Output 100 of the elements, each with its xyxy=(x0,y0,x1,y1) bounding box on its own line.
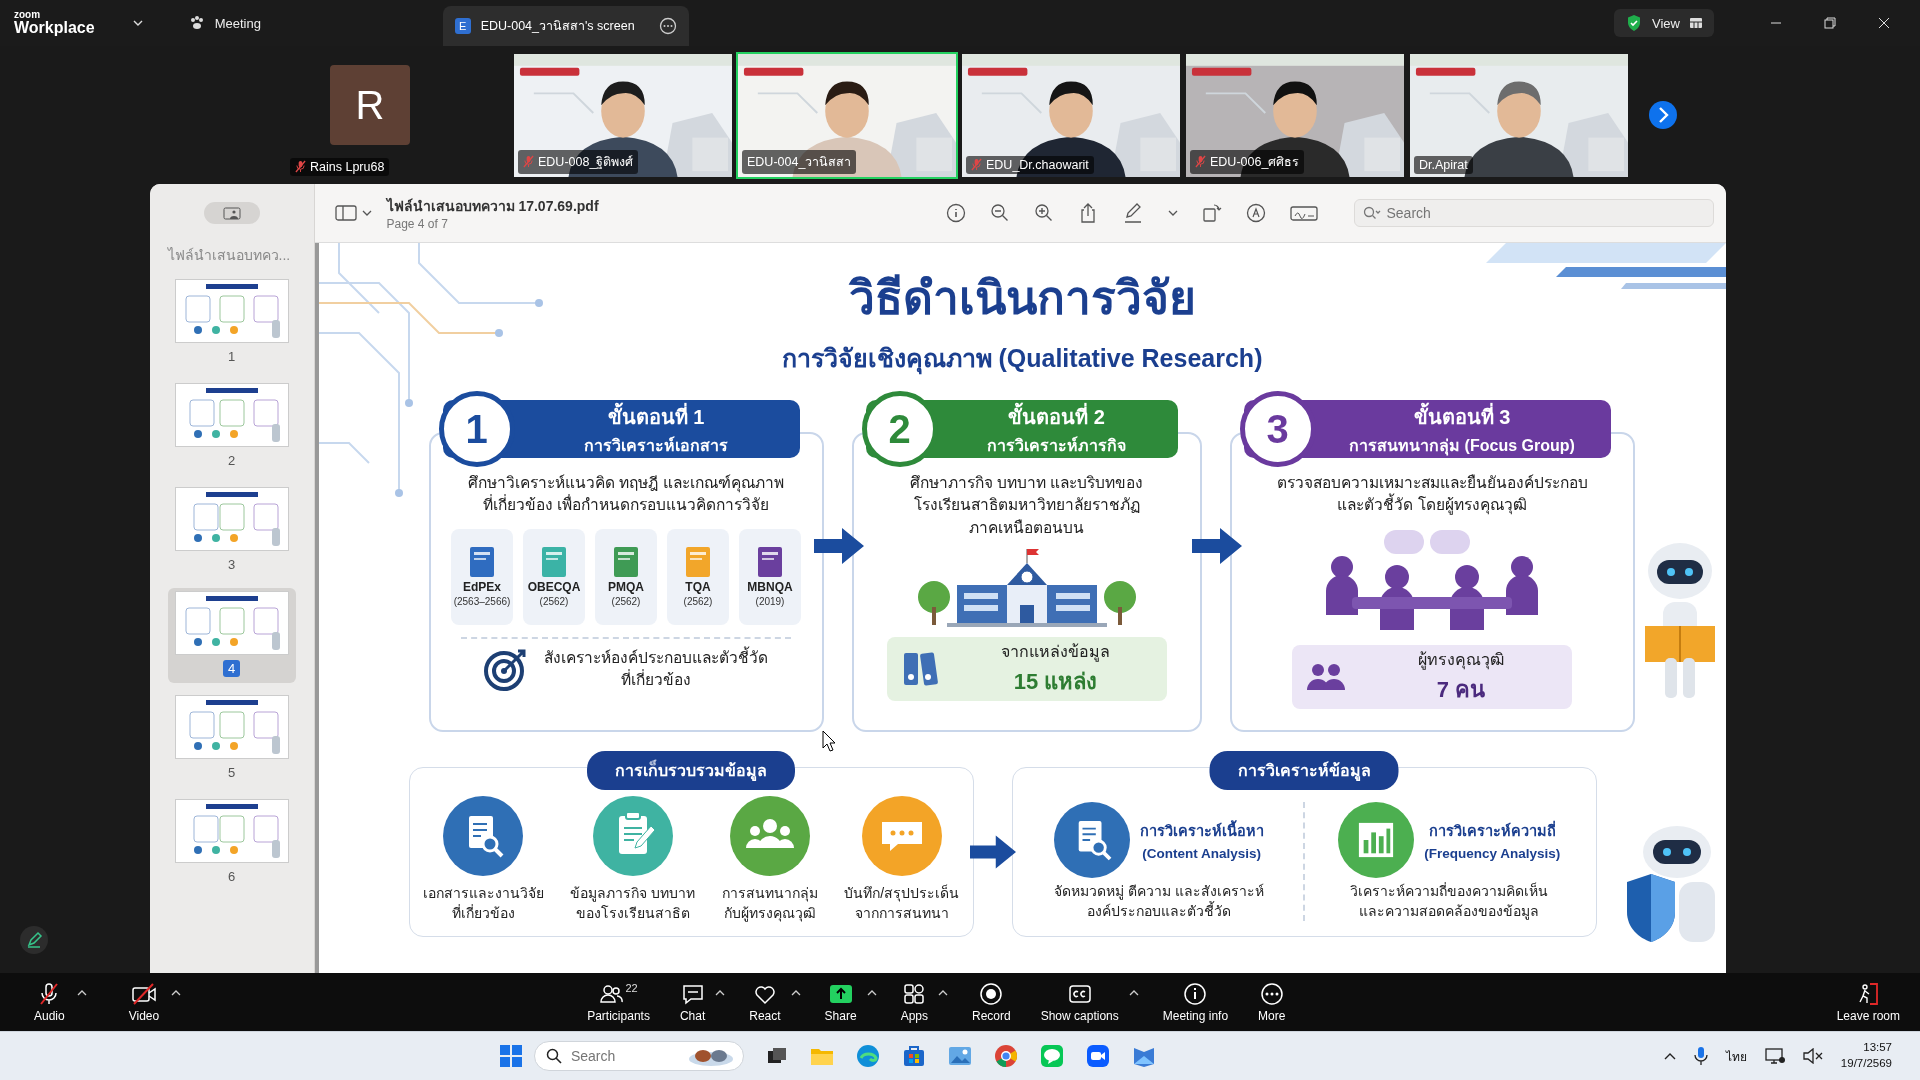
participant-count: 22 xyxy=(625,981,638,994)
clock-time[interactable]: 13:57 xyxy=(1863,1040,1892,1056)
paw-icon xyxy=(188,15,205,31)
share-button[interactable]: Share xyxy=(818,977,863,1027)
section-title: การวิเคราะห์ข้อมูล xyxy=(1209,751,1399,790)
caret-icon[interactable] xyxy=(866,990,877,996)
markup-icon[interactable] xyxy=(1245,203,1266,223)
rotate-icon[interactable] xyxy=(1201,203,1222,223)
participants-button[interactable]: 22 Participants xyxy=(581,977,656,1027)
collection-item-label: เอกสารและงานวิจัย ที่เกี่ยวข้อง xyxy=(422,884,544,923)
page-thumbnail[interactable]: 6 xyxy=(167,796,296,891)
more-icon[interactable] xyxy=(658,17,677,35)
box-label: ผู้ทรงคุณวุฒิ xyxy=(1418,649,1504,672)
video-tile[interactable]: EDU-006_ศศิธร xyxy=(1184,51,1406,179)
caret-icon[interactable] xyxy=(171,990,182,996)
participant-name-label: EDU_Dr.chaowarit xyxy=(966,155,1094,174)
info-icon xyxy=(1183,981,1208,1006)
next-page-icon[interactable] xyxy=(1648,100,1678,130)
record-button[interactable]: Record xyxy=(966,977,1017,1027)
sidebar-view-icon[interactable] xyxy=(334,205,373,221)
grid-icon xyxy=(1690,18,1702,28)
browser-icon[interactable] xyxy=(855,1044,880,1068)
page-thumbnail[interactable]: 4 xyxy=(167,588,296,683)
page-thumbnail[interactable]: 3 xyxy=(167,484,296,579)
video-button[interactable]: Video xyxy=(122,977,166,1027)
leave-button[interactable]: Leave room xyxy=(1830,977,1906,1027)
apps-button[interactable]: Apps xyxy=(894,977,934,1027)
share-screen-tab[interactable]: E EDU-004_วานิสสา's screen xyxy=(442,6,689,46)
analysis-subtitle: (Content Analysis) xyxy=(1142,846,1262,861)
meeting-tab[interactable]: Meeting xyxy=(182,14,433,32)
zoom-in-icon[interactable] xyxy=(1033,203,1054,223)
close-icon[interactable] xyxy=(1878,17,1890,29)
slide-title: วิธีดำเนินการวิจัย xyxy=(848,271,1196,326)
collection-item-label: บันทึก/สรุปประเด็น จากการสนทนา xyxy=(844,884,960,923)
participant-tile[interactable]: R Rains Lpru68 xyxy=(270,51,470,179)
standard-name: TQA xyxy=(685,580,711,595)
speaker-muted-icon[interactable] xyxy=(1802,1048,1823,1064)
share-badge: E xyxy=(454,18,471,34)
photos-icon[interactable] xyxy=(947,1045,972,1067)
box-value: 7 คน xyxy=(1436,675,1486,704)
arrow-icon xyxy=(969,835,1016,869)
start-icon[interactable] xyxy=(499,1045,522,1067)
page-number: 6 xyxy=(226,868,237,885)
page-thumbnail[interactable]: 1 xyxy=(167,276,296,371)
caret-icon[interactable] xyxy=(938,990,948,996)
analysis-title: การวิเคราะห์ความถี่ xyxy=(1428,819,1556,842)
video-tile[interactable]: Dr.Apirat xyxy=(1408,51,1630,179)
app-brand-small: zoom xyxy=(14,10,42,20)
video-tile[interactable]: EDU_Dr.chaowarit xyxy=(960,51,1182,179)
step-subheading: การวิเคราะห์เอกสาร xyxy=(584,435,728,456)
taskbar-search-field[interactable]: Search xyxy=(533,1041,744,1071)
chevron-up-icon[interactable] xyxy=(1663,1052,1676,1060)
step-heading: ขั้นตอนที่ 1 xyxy=(607,400,705,433)
caret-icon[interactable] xyxy=(76,990,87,996)
store-icon[interactable] xyxy=(901,1044,926,1068)
standard-years: (2563–2566) xyxy=(453,596,511,608)
chat-button[interactable]: Chat xyxy=(673,977,712,1027)
chevron-down-icon[interactable] xyxy=(1167,210,1178,216)
zoom-out-icon[interactable] xyxy=(989,203,1010,223)
clock-date[interactable]: 19/7/2569 xyxy=(1840,1056,1892,1072)
page-number: 2 xyxy=(226,452,237,469)
box-label: จากแหล่งข้อมูล xyxy=(1001,642,1110,664)
more-button[interactable]: More xyxy=(1252,977,1292,1027)
view-button[interactable]: View xyxy=(1614,9,1714,37)
step-subheading: การสนทนากลุ่ม (Focus Group) xyxy=(1349,435,1575,458)
pen-icon[interactable] xyxy=(19,925,49,955)
captions-button[interactable]: Show captions xyxy=(1034,977,1125,1027)
caret-icon[interactable] xyxy=(715,990,726,996)
apps-icon xyxy=(902,981,927,1006)
sidebar-toggle-icon[interactable] xyxy=(203,202,260,224)
people-icon xyxy=(1306,661,1346,692)
video-tile[interactable]: EDU-004_วานิสสา xyxy=(736,51,958,179)
signature-icon[interactable] xyxy=(1289,204,1318,222)
search-field[interactable]: Search xyxy=(1353,199,1714,227)
page-thumbnail[interactable]: 5 xyxy=(167,692,296,787)
chrome-icon[interactable] xyxy=(993,1044,1018,1068)
react-button[interactable]: React xyxy=(743,977,787,1027)
page-thumbnail[interactable]: 2 xyxy=(167,380,296,475)
analysis-description: วิเคราะห์ความถี่ของความคิดเห็น และความสอดคล้องของข้อมูล xyxy=(1350,882,1549,922)
restore-icon[interactable] xyxy=(1824,17,1836,29)
info-icon[interactable] xyxy=(945,203,966,223)
language-indicator[interactable]: ไทย xyxy=(1725,1046,1747,1066)
mic-icon[interactable] xyxy=(1693,1046,1708,1066)
standard-name: EdPEx xyxy=(463,580,501,595)
video-tile[interactable]: EDU-008_ฐิติพงศ์ xyxy=(512,51,734,179)
caret-icon[interactable] xyxy=(790,990,801,996)
zoom-app-icon[interactable] xyxy=(1085,1044,1110,1068)
info-button[interactable]: Meeting info xyxy=(1156,977,1235,1027)
monitor-icon[interactable] xyxy=(1764,1047,1785,1065)
audio-button[interactable]: Audio xyxy=(28,977,71,1027)
caret-icon[interactable] xyxy=(1128,990,1139,996)
step-heading: ขั้นตอนที่ 2 xyxy=(1008,400,1105,433)
standard-years: (2562) xyxy=(683,596,713,608)
page-number: 3 xyxy=(226,556,237,573)
share-tab-title: EDU-004_วานิสสา's screen xyxy=(480,18,635,35)
page-number: 4 xyxy=(222,660,241,677)
collection-item-label: ข้อมูลภารกิจ บทบาท ของโรงเรียนสาธิต xyxy=(570,884,696,923)
app-brand: Workplace xyxy=(14,20,95,36)
analysis-title: การวิเคราะห์เนื้อหา xyxy=(1139,819,1264,842)
standard-name: OBECQA xyxy=(527,580,581,595)
